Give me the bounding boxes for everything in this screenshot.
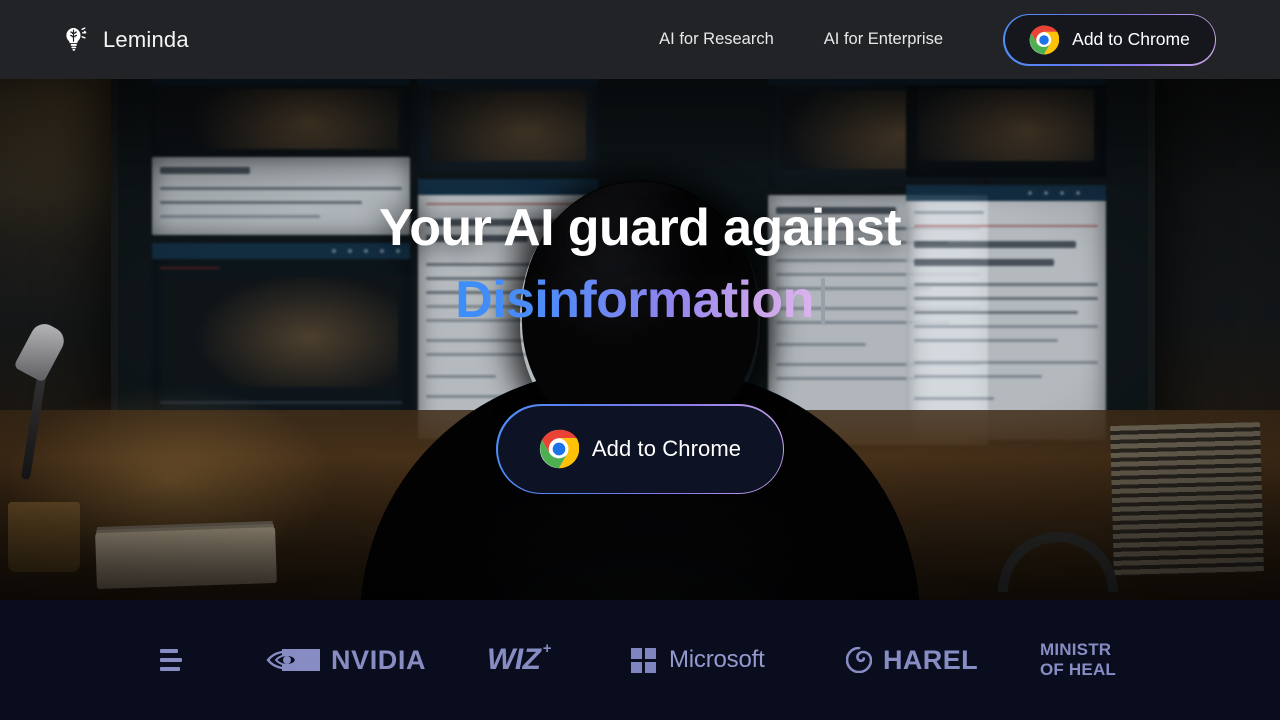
partner-logo-ministry-of-health: MINISTR OF HEAL: [1040, 600, 1116, 720]
brand-logo[interactable]: Leminda: [60, 25, 189, 55]
wiz-wordmark: WIZ: [487, 643, 541, 676]
main-nav: AI for Research AI for Enterprise Add to…: [649, 13, 1280, 66]
lightbulb-brain-icon: [66, 26, 87, 51]
partner-logo-microsoft: Microsoft: [631, 600, 765, 720]
nav-link-ai-for-enterprise[interactable]: AI for Enterprise: [814, 22, 953, 57]
microsoft-squares-icon: [631, 647, 656, 673]
partner-logo-nvidia: NVIDIA: [266, 600, 426, 720]
hero-headline-line1: Your AI guard against: [379, 199, 902, 257]
nvidia-eye-icon: [266, 649, 320, 671]
partner-logo-track: NVIDIA WIZ + Microsoft HAREL MINISTR OF …: [0, 600, 1280, 720]
hero-section: Your AI guard against Disinformation Add…: [0, 79, 1280, 600]
landing-page: Leminda AI for Research AI for Enterpris…: [0, 0, 1280, 720]
harel-wordmark: HAREL: [883, 644, 978, 675]
partial-logo-icon: [160, 649, 182, 671]
hero-content: Your AI guard against Disinformation Add…: [0, 79, 1280, 600]
partner-logo-partial: [160, 600, 206, 720]
partner-logo-band: NVIDIA WIZ + Microsoft HAREL MINISTR OF …: [0, 600, 1280, 720]
nav-link-ai-for-research[interactable]: AI for Research: [649, 22, 784, 57]
partner-logo-harel: HAREL: [846, 600, 978, 720]
brand-name: Leminda: [103, 26, 189, 52]
microsoft-wordmark: Microsoft: [669, 646, 765, 673]
wiz-plus-icon: +: [542, 640, 552, 657]
hero-headline-line2: Disinformation: [455, 271, 814, 330]
partner-logo-wiz: WIZ +: [487, 600, 551, 720]
hero-cta-inner: Add to Chrome: [497, 405, 783, 493]
moh-wordmark-line2: OF HEAL: [1040, 660, 1117, 679]
hero-cta-label: Add to Chrome: [591, 436, 742, 462]
header-cta-inner: Add to Chrome: [1004, 15, 1215, 64]
header-cta-label: Add to Chrome: [1072, 29, 1190, 49]
chrome-icon: [1029, 25, 1060, 54]
nvidia-wordmark: NVIDIA: [331, 644, 427, 675]
hero-headline-line2-row: Disinformation: [455, 271, 825, 330]
moh-wordmark-line1: MINISTR: [1040, 639, 1112, 659]
harel-swirl-icon: [846, 647, 872, 673]
typing-caret-icon: [820, 277, 825, 324]
hero-add-to-chrome-button[interactable]: Add to Chrome: [496, 404, 784, 495]
header-add-to-chrome-button[interactable]: Add to Chrome: [1003, 13, 1216, 66]
chrome-icon: [539, 430, 579, 469]
site-header: Leminda AI for Research AI for Enterpris…: [0, 0, 1280, 79]
